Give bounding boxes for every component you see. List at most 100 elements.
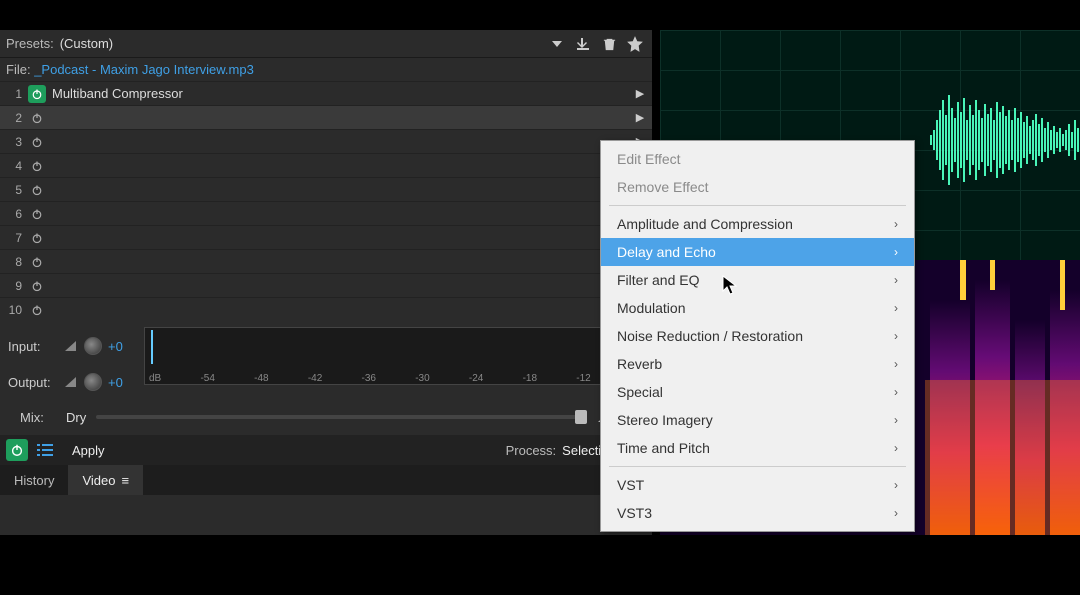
rack-power-toggle[interactable] xyxy=(28,253,46,271)
rack-power-toggle[interactable] xyxy=(28,277,46,295)
input-label: Input: xyxy=(8,339,58,354)
input-value[interactable]: +0 xyxy=(108,339,138,354)
ctx-separator xyxy=(609,205,906,206)
ctx-group-filter-and-eq[interactable]: Filter and EQ› xyxy=(601,266,914,294)
rack-power-button[interactable] xyxy=(6,439,28,461)
effects-context-menu[interactable]: Edit Effect Remove Effect Amplitude and Co… xyxy=(600,140,915,532)
ctx-separator xyxy=(609,466,906,467)
rack-slot-2[interactable]: 2▶ xyxy=(0,105,652,129)
mix-slider[interactable] xyxy=(96,415,587,419)
rack-slot-menu-icon[interactable]: ▶ xyxy=(632,111,648,124)
rack-effect-name: Multiband Compressor xyxy=(50,86,632,101)
apply-button[interactable]: Apply xyxy=(72,443,105,458)
rack-power-toggle[interactable] xyxy=(28,157,46,175)
meter-tick: -12 xyxy=(576,373,590,384)
rack-slot-4[interactable]: 4▶ xyxy=(0,153,652,177)
level-meter: dB-54-48-42-36-30-24-18-12-6 xyxy=(144,327,644,385)
meter-tick: dB xyxy=(149,373,161,384)
rack-slot-10[interactable]: 10▶ xyxy=(0,297,652,321)
ctx-group-modulation[interactable]: Modulation› xyxy=(601,294,914,322)
list-view-icon[interactable] xyxy=(34,439,56,461)
rack-power-toggle[interactable] xyxy=(28,181,46,199)
input-knob[interactable] xyxy=(84,337,102,355)
submenu-arrow-icon: › xyxy=(894,478,898,492)
ctx-edit-effect: Edit Effect xyxy=(601,145,914,173)
output-value[interactable]: +0 xyxy=(108,375,138,390)
submenu-arrow-icon: › xyxy=(894,441,898,455)
submenu-arrow-icon: › xyxy=(894,273,898,287)
presets-dropdown-icon[interactable] xyxy=(546,33,568,55)
rack-slot-number: 9 xyxy=(4,279,24,293)
tab-video-label: Video xyxy=(82,473,115,488)
file-name: _Podcast - Maxim Jago Interview.mp3 xyxy=(34,62,254,77)
rack-slot-9[interactable]: 9▶ xyxy=(0,273,652,297)
favorite-icon[interactable] xyxy=(624,33,646,55)
mix-slider-thumb[interactable] xyxy=(575,410,587,424)
rack-slot-1[interactable]: 1Multiband Compressor▶ xyxy=(0,81,652,105)
import-preset-icon[interactable] xyxy=(572,33,594,55)
rack-slot-3[interactable]: 3▶ xyxy=(0,129,652,153)
ctx-group-special[interactable]: Special› xyxy=(601,378,914,406)
ctx-item-label: Noise Reduction / Restoration xyxy=(617,328,894,344)
ctx-item-label: Reverb xyxy=(617,356,894,372)
file-bar: File: _Podcast - Maxim Jago Interview.mp… xyxy=(0,58,652,81)
ctx-item-label: Delay and Echo xyxy=(617,244,894,260)
rack-slot-6[interactable]: 6▶ xyxy=(0,201,652,225)
tab-menu-icon[interactable]: ≡ xyxy=(121,473,129,488)
ctx-group-amplitude-and-compression[interactable]: Amplitude and Compression› xyxy=(601,210,914,238)
bottom-bar: Apply Process: Selection Only xyxy=(0,435,652,465)
rack-slot-number: 5 xyxy=(4,183,24,197)
ctx-item-label: Edit Effect xyxy=(617,151,898,167)
effects-rack-list: 1Multiband Compressor▶2▶3▶4▶5▶6▶7▶8▶9▶10… xyxy=(0,81,652,321)
rack-power-toggle[interactable] xyxy=(28,85,46,103)
ctx-plugin-vst3[interactable]: VST3› xyxy=(601,499,914,527)
submenu-arrow-icon: › xyxy=(894,385,898,399)
rack-slot-number: 2 xyxy=(4,111,24,125)
ctx-group-reverb[interactable]: Reverb› xyxy=(601,350,914,378)
rack-slot-number: 6 xyxy=(4,207,24,221)
mix-row: Mix: Dry Wet xyxy=(0,403,652,431)
delete-preset-icon[interactable] xyxy=(598,33,620,55)
rack-power-toggle[interactable] xyxy=(28,205,46,223)
rack-power-toggle[interactable] xyxy=(28,229,46,247)
rack-slot-5[interactable]: 5▶ xyxy=(0,177,652,201)
ctx-group-time-and-pitch[interactable]: Time and Pitch› xyxy=(601,434,914,462)
ctx-item-label: Filter and EQ xyxy=(617,272,894,288)
ctx-group-noise-reduction-restoration[interactable]: Noise Reduction / Restoration› xyxy=(601,322,914,350)
output-label: Output: xyxy=(8,375,58,390)
meter-tick: -42 xyxy=(308,373,322,384)
meter-tick: -24 xyxy=(469,373,483,384)
effects-rack-panel: Presets: (Custom) File: _Podcast - Maxim… xyxy=(0,30,652,535)
rack-slot-number: 8 xyxy=(4,255,24,269)
ctx-item-label: Special xyxy=(617,384,894,400)
presets-value[interactable]: (Custom) xyxy=(60,36,542,51)
ctx-plugin-vst[interactable]: VST› xyxy=(601,471,914,499)
tab-history[interactable]: History xyxy=(0,465,68,495)
tab-video[interactable]: Video ≡ xyxy=(68,465,143,495)
ctx-remove-effect: Remove Effect xyxy=(601,173,914,201)
output-knob[interactable] xyxy=(84,373,102,391)
rack-power-toggle[interactable] xyxy=(28,109,46,127)
ctx-item-label: Time and Pitch xyxy=(617,440,894,456)
mix-label: Mix: xyxy=(20,410,60,425)
output-ramp-icon xyxy=(64,375,78,389)
ctx-item-label: Amplitude and Compression xyxy=(617,216,894,232)
rack-power-toggle[interactable] xyxy=(28,133,46,151)
presets-label: Presets: xyxy=(6,36,54,51)
ctx-group-stereo-imagery[interactable]: Stereo Imagery› xyxy=(601,406,914,434)
process-label: Process: xyxy=(506,443,557,458)
ctx-group-delay-and-echo[interactable]: Delay and Echo› xyxy=(601,238,914,266)
ctx-item-label: Modulation xyxy=(617,300,894,316)
presets-bar: Presets: (Custom) xyxy=(0,30,652,58)
ctx-item-label: VST xyxy=(617,477,894,493)
submenu-arrow-icon: › xyxy=(894,301,898,315)
rack-power-toggle[interactable] xyxy=(28,301,46,319)
rack-slot-menu-icon[interactable]: ▶ xyxy=(632,87,648,100)
meter-tick: -18 xyxy=(523,373,537,384)
rack-slot-7[interactable]: 7▶ xyxy=(0,225,652,249)
input-ramp-icon xyxy=(64,339,78,353)
rack-slot-8[interactable]: 8▶ xyxy=(0,249,652,273)
meter-tick: -48 xyxy=(254,373,268,384)
mix-dry-label: Dry xyxy=(66,410,86,425)
waveform-graphic xyxy=(930,90,1080,190)
